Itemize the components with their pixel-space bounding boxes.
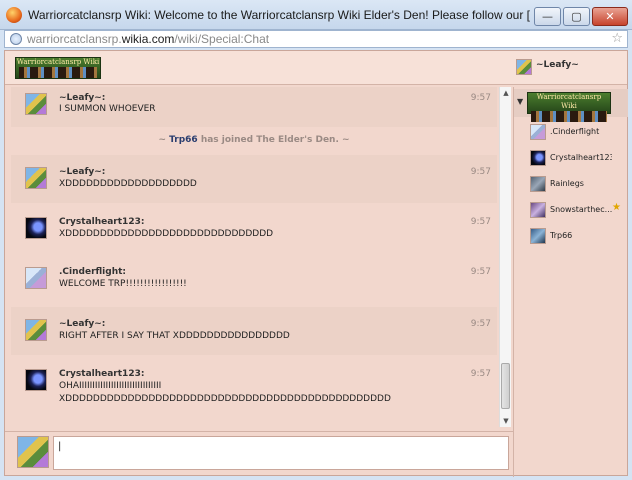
user-avatar xyxy=(530,228,546,244)
chat-moderator-star-icon: ★ xyxy=(612,202,621,213)
window-titlebar: Warriorcatclansrp Wiki: Welcome to the W… xyxy=(0,0,632,30)
bookmark-star-icon[interactable]: ☆ xyxy=(611,31,623,46)
user-avatar xyxy=(530,202,546,218)
message-list: ~Leafy~: I SUMMON WHOEVER 9:57 ~ Trp66 h… xyxy=(11,87,497,427)
globe-icon xyxy=(10,33,22,45)
message-scrollbar[interactable]: ▲ ▼ xyxy=(499,87,511,427)
message-text: WELCOME TRP!!!!!!!!!!!!!!!!! xyxy=(59,279,187,289)
user-list-item[interactable]: Snowstarthec... ★ xyxy=(514,199,628,221)
alert-prefix: ~ xyxy=(158,135,170,145)
alert-user[interactable]: Trp66 xyxy=(169,135,198,145)
message-input-area: | xyxy=(5,431,513,475)
window-title: Warriorcatclansrp Wiki: Welcome to the W… xyxy=(28,8,530,22)
message-text: XDDDDDDDDDDDDDDDDDDDDDDDDDDDDDD xyxy=(59,229,274,239)
wiki-logo-art xyxy=(19,67,97,78)
firefox-icon xyxy=(6,7,22,23)
chat-header: Warriorcatclansrp Wiki ~Leafy~ xyxy=(5,51,627,85)
user-list: ▼ Warriorcatclansrp Wiki .Cinderflight C… xyxy=(513,87,628,477)
wiki-logo[interactable]: Warriorcatclansrp Wiki xyxy=(15,57,101,79)
message-avatar[interactable] xyxy=(25,369,47,391)
message-time: 9:57 xyxy=(470,167,491,177)
room-logo[interactable]: Warriorcatclansrp Wiki xyxy=(527,92,611,122)
self-avatar xyxy=(17,436,49,468)
message-text: XDDDDDDDDDDDDDDDDDDDDDDDDDDDDDDDDDDDDDDD… xyxy=(59,394,391,404)
minimize-button[interactable]: — xyxy=(534,7,561,26)
message-author[interactable]: ~Leafy~: xyxy=(59,167,105,177)
current-user-name[interactable]: ~Leafy~ xyxy=(536,60,579,70)
user-name: Trp66 xyxy=(550,231,573,240)
message-avatar[interactable] xyxy=(25,319,47,341)
message-author[interactable]: Crystalheart123: xyxy=(59,369,144,379)
url-path: /wiki/Special:Chat xyxy=(174,32,270,46)
chat-message: Crystalheart123: XDDDDDDDDDDDDDDDDDDDDDD… xyxy=(11,205,497,253)
chat-message: .Cinderflight: WELCOME TRP!!!!!!!!!!!!!!… xyxy=(11,255,497,303)
address-bar[interactable]: warriorcatclansrp.wikia.com/wiki/Special… xyxy=(4,30,628,48)
message-avatar[interactable] xyxy=(25,217,47,239)
current-user-avatar[interactable] xyxy=(516,59,532,75)
chat-message: Crystalheart123: OHAIIIIIIIIIIIIIIIIIIII… xyxy=(11,357,497,427)
alert-text: has joined The Elder's Den. ~ xyxy=(197,135,350,145)
user-list-item[interactable]: .Cinderflight xyxy=(514,121,628,143)
scroll-down-arrow-icon[interactable]: ▼ xyxy=(500,415,512,427)
chat-window: Warriorcatclansrp Wiki ~Leafy~ ~Leafy~: … xyxy=(4,50,628,477)
join-alert: ~ Trp66 has joined The Elder's Den. ~ xyxy=(11,135,497,145)
message-time: 9:57 xyxy=(470,267,491,277)
url-host: wikia.com xyxy=(121,32,175,46)
user-name: .Cinderflight xyxy=(550,127,600,136)
maximize-button[interactable]: ▢ xyxy=(563,7,590,26)
message-time: 9:57 xyxy=(470,217,491,227)
message-time: 9:57 xyxy=(470,93,491,103)
message-avatar[interactable] xyxy=(25,93,47,115)
user-name: Snowstarthec... xyxy=(550,205,612,214)
message-text: I SUMMON WHOEVER xyxy=(59,104,156,114)
scroll-thumb[interactable] xyxy=(501,363,510,409)
user-list-item[interactable]: Crystalheart123 xyxy=(514,147,628,169)
scroll-up-arrow-icon[interactable]: ▲ xyxy=(500,87,512,99)
url-text[interactable]: warriorcatclansrp.wikia.com/wiki/Special… xyxy=(27,32,269,46)
user-avatar xyxy=(530,150,546,166)
wiki-logo-text: Warriorcatclansrp Wiki xyxy=(16,58,100,66)
user-name: Crystalheart123 xyxy=(550,153,612,162)
message-author[interactable]: .Cinderflight: xyxy=(59,267,126,277)
user-list-item[interactable]: Rainlegs xyxy=(514,173,628,195)
chat-message: ~Leafy~: XDDDDDDDDDDDDDDDDDDD 9:57 xyxy=(11,155,497,203)
message-text: XDDDDDDDDDDDDDDDDDDD xyxy=(59,179,197,189)
room-header[interactable]: ▼ Warriorcatclansrp Wiki xyxy=(514,89,628,122)
user-name: Rainlegs xyxy=(550,179,584,188)
message-text: OHAIIIIIIIIIIIIIIIIIIIIIIIIIIIIIII xyxy=(59,381,162,391)
room-logo-text: Warriorcatclansrp Wiki xyxy=(536,93,602,110)
user-avatar xyxy=(530,176,546,192)
message-author[interactable]: Crystalheart123: xyxy=(59,217,144,227)
message-input[interactable]: | xyxy=(53,436,509,470)
chat-message: ~Leafy~: I SUMMON WHOEVER 9:57 xyxy=(11,87,497,127)
close-button[interactable]: ✕ xyxy=(592,7,628,26)
collapse-arrow-icon[interactable]: ▼ xyxy=(517,97,523,106)
chat-message: ~Leafy~: RIGHT AFTER I SAY THAT XDDDDDDD… xyxy=(11,307,497,355)
message-author[interactable]: ~Leafy~: xyxy=(59,319,105,329)
message-avatar[interactable] xyxy=(25,167,47,189)
url-prefix: warriorcatclansrp. xyxy=(27,32,122,46)
user-avatar xyxy=(530,124,546,140)
message-author[interactable]: ~Leafy~: xyxy=(59,93,105,103)
message-time: 9:57 xyxy=(470,319,491,329)
message-text: RIGHT AFTER I SAY THAT XDDDDDDDDDDDDDDDD xyxy=(59,331,290,341)
message-time: 9:57 xyxy=(470,369,491,379)
message-avatar[interactable] xyxy=(25,267,47,289)
user-list-item[interactable]: Trp66 xyxy=(514,225,628,247)
